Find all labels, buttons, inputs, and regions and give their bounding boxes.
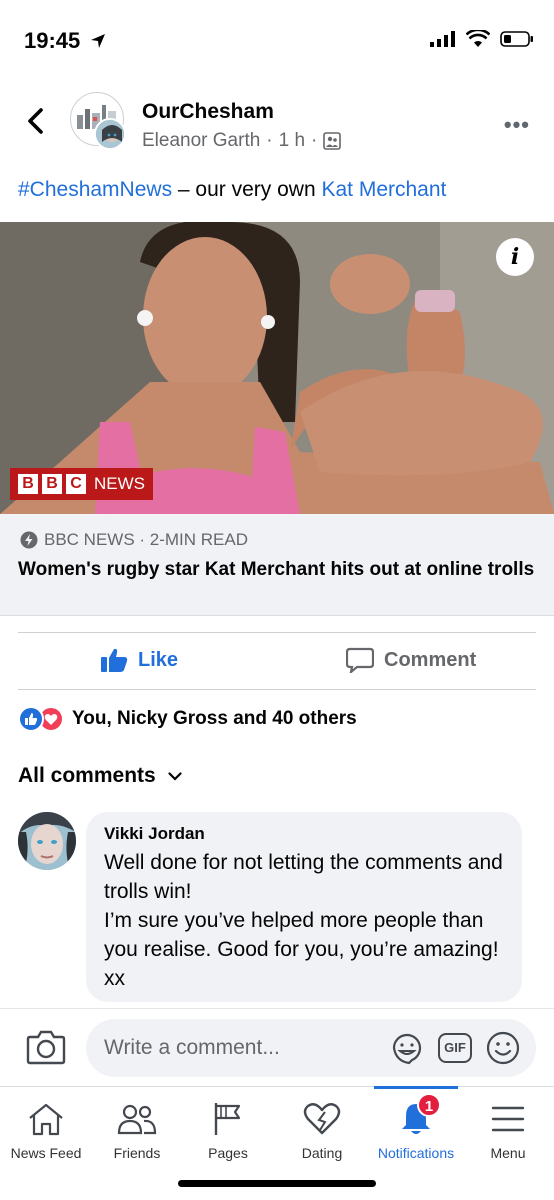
composer-icons: GIF xyxy=(390,1031,520,1065)
tab-menu[interactable]: Menu xyxy=(462,1087,554,1177)
link-source: BBC NEWS · 2-MIN READ xyxy=(20,530,248,550)
camera-icon[interactable] xyxy=(26,1029,66,1065)
tab-news-feed[interactable]: News Feed xyxy=(0,1087,92,1177)
heart-icon xyxy=(303,1103,341,1135)
post-actions: Like Comment xyxy=(18,632,536,690)
status-time: 19:45 xyxy=(24,28,106,54)
tab-label: Friends xyxy=(113,1145,161,1161)
like-button[interactable]: Like xyxy=(100,647,178,673)
post-text: #CheshamNews – our very own Kat Merchant xyxy=(18,178,446,202)
author-avatar xyxy=(94,118,126,150)
mention-link[interactable]: Kat Merchant xyxy=(321,178,446,201)
reactions-summary[interactable]: You, Nicky Gross and 40 others xyxy=(18,706,357,732)
like-reaction-icon xyxy=(18,706,44,732)
meta-separator: · xyxy=(311,130,318,151)
tab-pages[interactable]: Pages xyxy=(182,1087,274,1177)
bbc-news-logo: B B C NEWS xyxy=(10,468,153,500)
flag-icon xyxy=(214,1103,241,1135)
link-title[interactable]: Women's rugby star Kat Merchant hits out… xyxy=(18,558,538,581)
comment-text: Well done for not letting the comments a… xyxy=(104,851,503,990)
bbc-letter: B xyxy=(42,474,62,494)
hashtag-link[interactable]: #CheshamNews xyxy=(18,178,172,201)
page-avatar-group[interactable] xyxy=(70,92,126,150)
thumbs-up-icon xyxy=(101,648,128,672)
comment-button[interactable]: Comment xyxy=(346,647,476,673)
emoji-icon[interactable] xyxy=(486,1031,520,1065)
friends-icon xyxy=(117,1104,157,1135)
status-bar: 19:45 xyxy=(0,0,554,80)
gif-label: GIF xyxy=(444,1040,466,1055)
link-preview-caption[interactable]: BBC NEWS · 2-MIN READ Women's rugby star… xyxy=(0,514,554,616)
tab-label: Menu xyxy=(490,1145,526,1161)
bbc-letter: B xyxy=(18,474,38,494)
wifi-icon xyxy=(466,30,490,47)
comment-bubble-icon xyxy=(346,647,374,673)
link-preview-image[interactable]: i B B C NEWS xyxy=(0,222,554,514)
cellular-signal-icon xyxy=(430,31,455,47)
comment-author[interactable]: Vikki Jordan xyxy=(104,824,504,844)
status-icons xyxy=(430,30,534,48)
post-time: 1 h xyxy=(278,130,306,151)
tab-friends[interactable]: Friends xyxy=(91,1087,183,1177)
bbc-letter: C xyxy=(66,474,86,494)
comment-composer: GIF xyxy=(0,1008,554,1086)
commenter-avatar[interactable] xyxy=(18,812,76,870)
menu-icon xyxy=(491,1106,525,1132)
tab-label: News Feed xyxy=(10,1145,82,1161)
clock-time: 19:45 xyxy=(24,28,81,53)
post-header: OurChesham Eleanor Garth · 1 h · ••• xyxy=(0,86,554,156)
like-label: Like xyxy=(138,648,179,671)
group-audience-icon xyxy=(323,132,342,150)
home-indicator xyxy=(178,1180,376,1187)
comments-filter[interactable]: All comments xyxy=(18,764,182,788)
comment-label: Comment xyxy=(384,648,477,671)
tab-label: Dating xyxy=(301,1145,343,1161)
reaction-icons xyxy=(18,706,64,732)
tab-label: Notifications xyxy=(377,1145,455,1161)
back-arrow-icon[interactable] xyxy=(22,106,50,136)
tab-dating[interactable]: Dating xyxy=(276,1087,368,1177)
comment-bubble[interactable]: Vikki Jordan Well done for not letting t… xyxy=(86,812,522,1002)
link-source-text: BBC NEWS · 2-MIN READ xyxy=(44,530,249,549)
battery-icon xyxy=(500,31,533,47)
instant-article-bolt-icon xyxy=(20,531,38,549)
location-arrow-icon xyxy=(91,34,106,48)
sticker-icon[interactable] xyxy=(390,1031,424,1065)
page-name[interactable]: OurChesham xyxy=(142,100,274,124)
tab-label: Pages xyxy=(208,1145,248,1161)
bbc-news-word: NEWS xyxy=(94,474,145,493)
comments-header-label: All comments xyxy=(18,764,156,787)
meta-separator: · xyxy=(266,130,273,151)
tab-notifications[interactable]: 1 Notifications xyxy=(370,1087,462,1177)
info-icon[interactable]: i xyxy=(496,238,534,276)
post-author[interactable]: Eleanor Garth xyxy=(142,130,260,152)
more-options-icon[interactable]: ••• xyxy=(504,112,530,138)
chevron-down-icon xyxy=(168,771,182,781)
notification-badge: 1 xyxy=(417,1093,441,1117)
home-icon xyxy=(29,1103,63,1136)
gif-button[interactable]: GIF xyxy=(438,1033,472,1063)
post-meta: Eleanor Garth · 1 h · xyxy=(142,130,342,152)
reactions-text: You, Nicky Gross and 40 others xyxy=(72,708,357,729)
post-text-middle: – our very own xyxy=(172,178,322,201)
